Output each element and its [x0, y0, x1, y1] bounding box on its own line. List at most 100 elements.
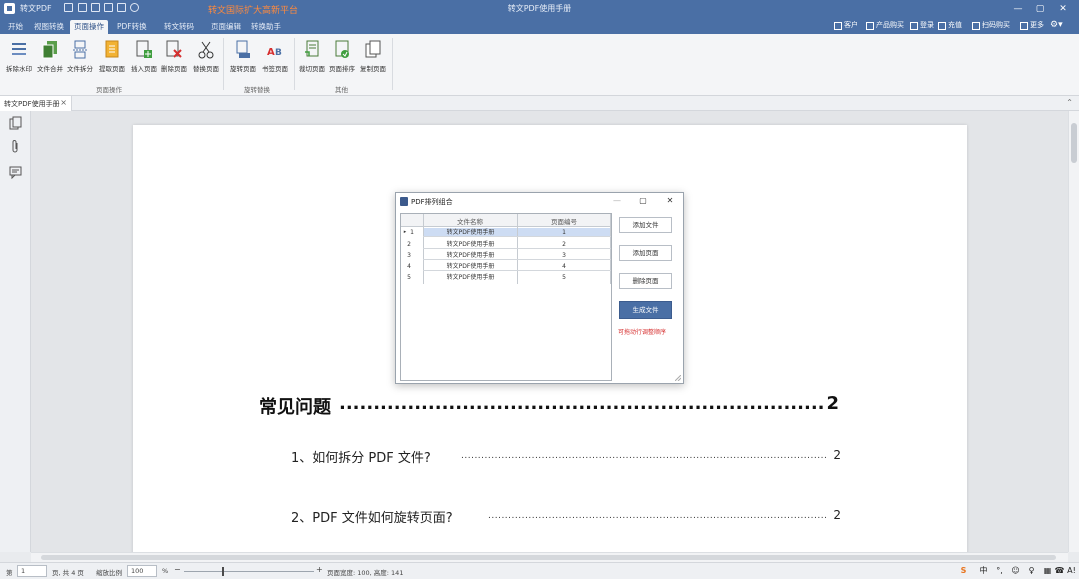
page-total: 页, 共 4 页 — [52, 569, 84, 577]
table-row[interactable]: 5 转文PDF使用手册 5 — [401, 273, 611, 282]
zoom-slider-handle[interactable] — [222, 567, 224, 576]
voice-icon[interactable]: ♀ — [1026, 565, 1037, 577]
table-row[interactable]: 4 转文PDF使用手册 4 — [401, 262, 611, 271]
login-link[interactable]: 登录 — [910, 19, 934, 32]
comment-icon[interactable] — [9, 165, 22, 179]
promo-link[interactable]: 转文国际扩大高新平台 — [208, 3, 298, 16]
cut-icon — [198, 41, 214, 59]
minimize-button[interactable]: — — [1011, 2, 1025, 16]
table-row[interactable]: 2 转文PDF使用手册 2 — [401, 240, 611, 249]
dialog-app-icon — [400, 197, 408, 206]
wallet-icon — [938, 21, 946, 30]
zoom-unit: % — [162, 567, 169, 575]
horizontal-scrollbar[interactable] — [31, 552, 1068, 562]
file-list-table[interactable]: 文件名称 页面编号 ▸ 1 转文PDF使用手册 1 2 转文PDF使用手册 2 — [400, 213, 612, 381]
row-index: 5 — [407, 274, 411, 281]
open-icon[interactable] — [64, 3, 73, 12]
app-window: 转文PDF 转文国际扩大高新平台 转文PDF使用手册 — ▢ ✕ 开始 视图转换… — [0, 0, 1079, 579]
skin-icon[interactable]: ☎ — [1054, 565, 1065, 577]
buy-link[interactable]: 产品购买 — [866, 19, 904, 32]
resize-grip-icon[interactable] — [675, 375, 681, 381]
close-tab-icon[interactable]: × — [60, 98, 67, 107]
dialog-maximize-button[interactable]: ▢ — [636, 195, 650, 207]
ime-logo-icon[interactable]: S — [958, 565, 969, 577]
zoom-icon[interactable] — [130, 3, 139, 12]
toc-leader-dots: ........................................… — [488, 511, 827, 521]
scrollbar-thumb[interactable] — [1071, 123, 1077, 163]
undo-icon[interactable] — [117, 3, 126, 12]
keyboard-icon[interactable]: ▦ — [1042, 565, 1053, 577]
title-bar: 转文PDF 转文国际扩大高新平台 转文PDF使用手册 — ▢ ✕ — [0, 0, 1079, 18]
zoom-in-button[interactable]: + — [316, 565, 323, 574]
dialog-close-button[interactable]: ✕ — [663, 195, 677, 207]
zoom-out-button[interactable]: − — [174, 565, 181, 574]
extract-page-button[interactable]: 提取页面 — [95, 38, 129, 78]
maximize-button[interactable]: ▢ — [1033, 2, 1047, 16]
tab-start[interactable]: 开始 — [4, 20, 27, 34]
ai-icon[interactable]: A! — [1065, 565, 1078, 577]
collapse-ribbon-icon[interactable]: ⌃ — [1066, 98, 1073, 107]
print-preview-icon[interactable] — [104, 3, 113, 12]
table-row[interactable]: 3 转文PDF使用手册 3 — [401, 251, 611, 260]
punctuation-icon[interactable]: °, — [994, 565, 1005, 577]
scrollbar-thumb[interactable] — [41, 555, 1056, 560]
extract-page-icon — [105, 40, 119, 58]
emoji-icon[interactable]: ☺ — [1010, 565, 1021, 577]
scan-buy-link[interactable]: 扫码购买 — [972, 19, 1010, 32]
copy-page-icon — [365, 40, 381, 58]
add-page-button[interactable]: 添加页面 — [619, 245, 672, 261]
zoom-slider[interactable] — [184, 567, 314, 576]
dialog-hint: 可拖动行调整顺序 — [618, 329, 667, 336]
tab-page-edit[interactable]: 页面编辑 — [207, 20, 245, 34]
document-tab[interactable]: 转文PDF使用手册 × — [0, 96, 72, 111]
rotate-page-button[interactable]: 旋转页面 — [226, 38, 260, 78]
ime-chinese-icon[interactable]: 中 — [978, 565, 989, 577]
ab-icon: AB — [267, 47, 282, 58]
page-label: 第 — [6, 569, 13, 577]
generate-file-button[interactable]: 生成文件 — [619, 301, 672, 319]
tab-pdf-convert[interactable]: PDF转换 — [113, 20, 151, 34]
toc-item[interactable]: 2、PDF 文件如何旋转页面? ........................… — [291, 507, 841, 526]
pages-icon[interactable] — [9, 116, 22, 130]
zoom-input[interactable]: 100 — [127, 565, 157, 577]
dialog-minimize-button[interactable]: — — [610, 195, 624, 207]
tab-transcode[interactable]: 转文转码 — [160, 20, 198, 34]
left-panel — [0, 111, 31, 552]
more-link[interactable]: 更多 — [1020, 19, 1044, 32]
attachment-icon[interactable] — [9, 140, 22, 154]
save-icon[interactable] — [78, 3, 87, 12]
tab-view-convert[interactable]: 视图转换 — [30, 20, 68, 34]
dialog-title-bar[interactable]: PDF排列组合 — ▢ ✕ — [396, 193, 683, 210]
status-bar: 第 1 页, 共 4 页 缩放比例 100 % − + 页面宽度: 100, 高… — [0, 562, 1079, 579]
toc-item[interactable]: 1、如何拆分 PDF 文件? .........................… — [291, 447, 841, 466]
toc-heading-text: 常见问题 — [259, 397, 331, 418]
add-file-button[interactable]: 添加文件 — [619, 217, 672, 233]
table-row[interactable]: ▸ 1 转文PDF使用手册 1 — [401, 228, 611, 237]
recharge-link[interactable]: 充值 — [938, 19, 962, 32]
document-tab-title: 转文PDF使用手册 — [4, 100, 60, 108]
customer-link[interactable]: 客户 — [834, 19, 858, 32]
delete-page-button[interactable]: 删除页面 — [157, 38, 191, 78]
document-canvas[interactable]: 常见问题 ...................................… — [31, 111, 1068, 552]
row-divider — [423, 248, 611, 249]
zoom-label: 缩放比例 — [96, 569, 122, 577]
column-header-page-number[interactable]: 页面编号 — [517, 216, 611, 226]
tab-page-operations[interactable]: 页面操作 — [70, 20, 108, 34]
group-label-rotate: 旋转替换 — [244, 86, 270, 94]
settings-button[interactable]: ⚙▾ — [1050, 19, 1063, 32]
tab-convert-helper[interactable]: 转换助手 — [247, 20, 285, 34]
customer-icon — [834, 21, 842, 30]
column-header-file-name[interactable]: 文件名称 — [423, 216, 517, 226]
replace-page-button[interactable]: 替换页面 — [189, 38, 223, 78]
delete-page-button[interactable]: 删除页面 — [619, 273, 672, 289]
print-icon[interactable] — [91, 3, 100, 12]
bookmark-page-button[interactable]: AB 书签页面 — [258, 38, 292, 78]
row-index: 4 — [407, 263, 411, 270]
toc-heading[interactable]: 常见问题 ...................................… — [259, 393, 839, 419]
page-number-input[interactable]: 1 — [17, 565, 47, 577]
split-file-button[interactable]: 文件拆分 — [63, 38, 97, 78]
vertical-scrollbar[interactable] — [1068, 111, 1079, 552]
copy-page-button[interactable]: 复制页面 — [356, 38, 390, 78]
svg-text:A: A — [267, 47, 275, 58]
close-window-button[interactable]: ✕ — [1056, 2, 1070, 16]
